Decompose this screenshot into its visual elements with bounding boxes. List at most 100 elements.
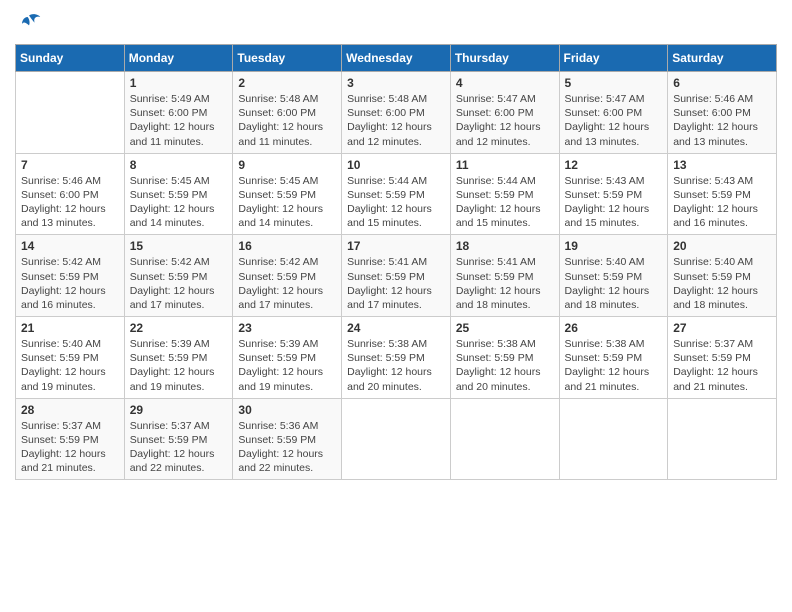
calendar-cell: 7 Sunrise: 5:46 AMSunset: 6:00 PMDaylight… (16, 153, 125, 235)
calendar-cell: 13 Sunrise: 5:43 AMSunset: 5:59 PMDayligh… (668, 153, 777, 235)
calendar-cell: 23 Sunrise: 5:39 AMSunset: 5:59 PMDayligh… (233, 317, 342, 399)
day-number: 23 (238, 321, 336, 335)
weekday-header-wednesday: Wednesday (342, 45, 451, 72)
calendar-cell: 16Sunrise: 5:42 AMSunset: 5:59 PMDayligh… (233, 235, 342, 317)
day-info: Sunrise: 5:40 AMSunset: 5:59 PMDaylight:… (565, 255, 663, 312)
calendar-cell: 24 Sunrise: 5:38 AMSunset: 5:59 PMDayligh… (342, 317, 451, 399)
calendar-week-1: 1 Sunrise: 5:49 AMSunset: 6:00 PMDaylight… (16, 72, 777, 154)
day-info: Sunrise: 5:38 AMSunset: 5:59 PMDaylight:… (347, 337, 445, 394)
day-number: 14 (21, 239, 119, 253)
weekday-header-saturday: Saturday (668, 45, 777, 72)
day-info: Sunrise: 5:45 AMSunset: 5:59 PMDaylight:… (238, 174, 336, 231)
day-number: 20 (673, 239, 771, 253)
day-info: Sunrise: 5:49 AMSunset: 6:00 PMDaylight:… (130, 92, 228, 149)
day-number: 2 (238, 76, 336, 90)
day-info: Sunrise: 5:43 AMSunset: 5:59 PMDaylight:… (673, 174, 771, 231)
calendar-cell: 28 Sunrise: 5:37 AMSunset: 5:59 PMDayligh… (16, 398, 125, 480)
day-number: 24 (347, 321, 445, 335)
page-header (15, 10, 777, 38)
calendar-week-2: 7 Sunrise: 5:46 AMSunset: 6:00 PMDaylight… (16, 153, 777, 235)
day-info: Sunrise: 5:39 AMSunset: 5:59 PMDaylight:… (130, 337, 228, 394)
day-info: Sunrise: 5:37 AMSunset: 5:59 PMDaylight:… (130, 419, 228, 476)
day-info: Sunrise: 5:37 AMSunset: 5:59 PMDaylight:… (21, 419, 119, 476)
day-number: 10 (347, 158, 445, 172)
weekday-header-friday: Friday (559, 45, 668, 72)
calendar-cell (559, 398, 668, 480)
day-number: 5 (565, 76, 663, 90)
calendar-cell: 14 Sunrise: 5:42 AMSunset: 5:59 PMDayligh… (16, 235, 125, 317)
calendar-week-5: 28 Sunrise: 5:37 AMSunset: 5:59 PMDayligh… (16, 398, 777, 480)
day-info: Sunrise: 5:46 AMSunset: 6:00 PMDaylight:… (21, 174, 119, 231)
calendar-cell: 4 Sunrise: 5:47 AMSunset: 6:00 PMDaylight… (450, 72, 559, 154)
weekday-header-thursday: Thursday (450, 45, 559, 72)
day-number: 9 (238, 158, 336, 172)
day-number: 1 (130, 76, 228, 90)
day-info: Sunrise: 5:41 AMSunset: 5:59 PMDaylight:… (347, 255, 445, 312)
day-info: Sunrise: 5:42 AMSunset: 5:59 PMDaylight:… (130, 255, 228, 312)
calendar-cell: 3 Sunrise: 5:48 AMSunset: 6:00 PMDaylight… (342, 72, 451, 154)
weekday-row: SundayMondayTuesdayWednesdayThursdayFrid… (16, 45, 777, 72)
day-info: Sunrise: 5:40 AMSunset: 5:59 PMDaylight:… (21, 337, 119, 394)
calendar-cell: 22 Sunrise: 5:39 AMSunset: 5:59 PMDayligh… (124, 317, 233, 399)
calendar-cell: 19 Sunrise: 5:40 AMSunset: 5:59 PMDayligh… (559, 235, 668, 317)
calendar-cell: 17Sunrise: 5:41 AMSunset: 5:59 PMDayligh… (342, 235, 451, 317)
calendar-cell: 27 Sunrise: 5:37 AMSunset: 5:59 PMDayligh… (668, 317, 777, 399)
calendar-cell: 15 Sunrise: 5:42 AMSunset: 5:59 PMDayligh… (124, 235, 233, 317)
calendar-cell: 26Sunrise: 5:38 AMSunset: 5:59 PMDayligh… (559, 317, 668, 399)
day-number: 12 (565, 158, 663, 172)
day-number: 28 (21, 403, 119, 417)
day-number: 16 (238, 239, 336, 253)
calendar-week-3: 14 Sunrise: 5:42 AMSunset: 5:59 PMDayligh… (16, 235, 777, 317)
day-info: Sunrise: 5:36 AMSunset: 5:59 PMDaylight:… (238, 419, 336, 476)
day-number: 27 (673, 321, 771, 335)
calendar-cell: 5 Sunrise: 5:47 AMSunset: 6:00 PMDaylight… (559, 72, 668, 154)
day-number: 29 (130, 403, 228, 417)
day-number: 7 (21, 158, 119, 172)
day-info: Sunrise: 5:44 AMSunset: 5:59 PMDaylight:… (456, 174, 554, 231)
day-number: 30 (238, 403, 336, 417)
calendar-cell: 1 Sunrise: 5:49 AMSunset: 6:00 PMDaylight… (124, 72, 233, 154)
day-info: Sunrise: 5:45 AMSunset: 5:59 PMDaylight:… (130, 174, 228, 231)
day-number: 6 (673, 76, 771, 90)
day-number: 11 (456, 158, 554, 172)
calendar-cell: 25 Sunrise: 5:38 AMSunset: 5:59 PMDayligh… (450, 317, 559, 399)
calendar-cell: 2 Sunrise: 5:48 AMSunset: 6:00 PMDaylight… (233, 72, 342, 154)
calendar-cell: 21 Sunrise: 5:40 AMSunset: 5:59 PMDayligh… (16, 317, 125, 399)
day-number: 21 (21, 321, 119, 335)
day-info: Sunrise: 5:48 AMSunset: 6:00 PMDaylight:… (347, 92, 445, 149)
day-number: 4 (456, 76, 554, 90)
day-info: Sunrise: 5:47 AMSunset: 6:00 PMDaylight:… (565, 92, 663, 149)
day-info: Sunrise: 5:37 AMSunset: 5:59 PMDaylight:… (673, 337, 771, 394)
calendar-week-4: 21 Sunrise: 5:40 AMSunset: 5:59 PMDayligh… (16, 317, 777, 399)
day-info: Sunrise: 5:39 AMSunset: 5:59 PMDaylight:… (238, 337, 336, 394)
day-number: 8 (130, 158, 228, 172)
calendar-cell: 30 Sunrise: 5:36 AMSunset: 5:59 PMDayligh… (233, 398, 342, 480)
logo-bird-icon (15, 10, 43, 38)
calendar-cell (450, 398, 559, 480)
day-number: 19 (565, 239, 663, 253)
calendar-cell (16, 72, 125, 154)
day-number: 15 (130, 239, 228, 253)
calendar-cell: 11 Sunrise: 5:44 AMSunset: 5:59 PMDayligh… (450, 153, 559, 235)
calendar-cell: 18Sunrise: 5:41 AMSunset: 5:59 PMDayligh… (450, 235, 559, 317)
calendar-cell: 10Sunrise: 5:44 AMSunset: 5:59 PMDayligh… (342, 153, 451, 235)
day-number: 25 (456, 321, 554, 335)
weekday-header-sunday: Sunday (16, 45, 125, 72)
day-number: 26 (565, 321, 663, 335)
weekday-header-tuesday: Tuesday (233, 45, 342, 72)
calendar-body: 1 Sunrise: 5:49 AMSunset: 6:00 PMDaylight… (16, 72, 777, 480)
day-info: Sunrise: 5:38 AMSunset: 5:59 PMDaylight:… (456, 337, 554, 394)
day-number: 13 (673, 158, 771, 172)
day-number: 18 (456, 239, 554, 253)
calendar-cell (342, 398, 451, 480)
day-number: 22 (130, 321, 228, 335)
calendar-cell: 29 Sunrise: 5:37 AMSunset: 5:59 PMDayligh… (124, 398, 233, 480)
logo (15, 10, 47, 38)
day-info: Sunrise: 5:42 AMSunset: 5:59 PMDaylight:… (21, 255, 119, 312)
day-info: Sunrise: 5:47 AMSunset: 6:00 PMDaylight:… (456, 92, 554, 149)
calendar-table: SundayMondayTuesdayWednesdayThursdayFrid… (15, 44, 777, 480)
day-number: 3 (347, 76, 445, 90)
calendar-cell: 9 Sunrise: 5:45 AMSunset: 5:59 PMDaylight… (233, 153, 342, 235)
day-info: Sunrise: 5:48 AMSunset: 6:00 PMDaylight:… (238, 92, 336, 149)
weekday-header-monday: Monday (124, 45, 233, 72)
